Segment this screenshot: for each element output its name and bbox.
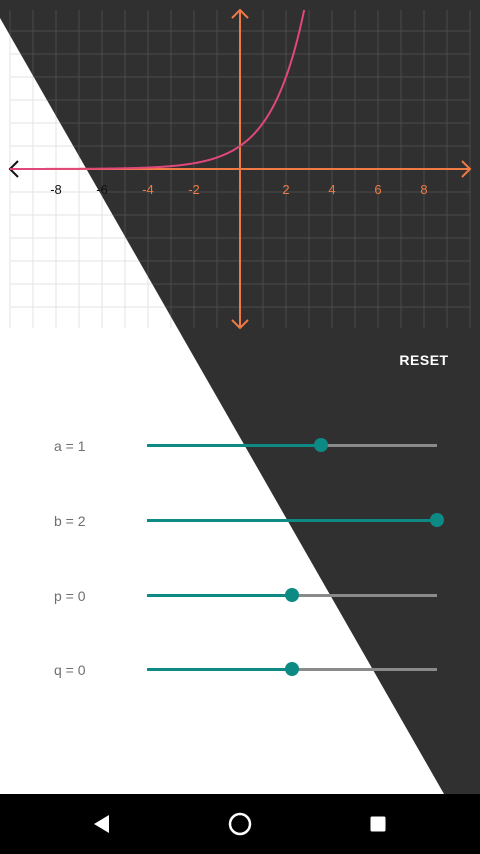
- slider-p-symbol: p: [54, 588, 62, 604]
- home-circle-icon: [228, 812, 252, 836]
- slider-q-label: q = 0: [54, 662, 86, 678]
- x-axis-tick-labels: -8 -6 -4 -2 2 4 6 8: [50, 182, 427, 197]
- recents-square-icon: [370, 816, 386, 832]
- slider-a-fill: [147, 444, 321, 447]
- system-navigation-bar: [0, 794, 480, 854]
- slider-p-thumb[interactable]: [285, 588, 299, 602]
- slider-b-fill: [147, 519, 437, 522]
- slider-b-thumb[interactable]: [430, 513, 444, 527]
- x-tick-label: 2: [282, 182, 289, 197]
- slider-q-thumb[interactable]: [285, 662, 299, 676]
- x-tick-label: 4: [328, 182, 335, 197]
- x-tick-label: 8: [420, 182, 427, 197]
- slider-a-value: 1: [77, 438, 86, 454]
- slider-q[interactable]: q = 0: [0, 650, 480, 690]
- back-button[interactable]: [82, 804, 122, 844]
- x-tick-label: -4: [142, 182, 154, 197]
- slider-a-symbol: a: [54, 438, 62, 454]
- slider-a-label: a = 1: [54, 438, 86, 454]
- slider-b-value: 2: [77, 513, 86, 529]
- x-tick-label: -6: [96, 182, 108, 197]
- slider-q-value: 0: [77, 662, 86, 678]
- x-tick-label: -8: [50, 182, 62, 197]
- home-button[interactable]: [220, 804, 260, 844]
- slider-p[interactable]: p = 0: [0, 576, 480, 616]
- x-tick-label: 6: [374, 182, 381, 197]
- reset-button[interactable]: RESET: [384, 346, 464, 374]
- slider-p-fill: [147, 594, 292, 597]
- slider-p-label: p = 0: [54, 588, 86, 604]
- slider-q-fill: [147, 668, 292, 671]
- app-screen: -8 -6 -4 -2 2 4 6 8 RESET a = 1 b = 2 p = 0 q =…: [0, 0, 480, 794]
- slider-p-value: 0: [77, 588, 86, 604]
- slider-q-symbol: q: [54, 662, 62, 678]
- slider-b[interactable]: b = 2: [0, 501, 480, 541]
- function-graph[interactable]: -8 -6 -4 -2 2 4 6 8: [0, 0, 480, 340]
- slider-b-label: b = 2: [54, 513, 86, 529]
- x-tick-label: -2: [188, 182, 200, 197]
- slider-a[interactable]: a = 1: [0, 426, 480, 466]
- slider-b-symbol: b: [54, 513, 62, 529]
- back-triangle-icon: [94, 815, 109, 833]
- recents-button[interactable]: [358, 804, 398, 844]
- slider-a-thumb[interactable]: [314, 438, 328, 452]
